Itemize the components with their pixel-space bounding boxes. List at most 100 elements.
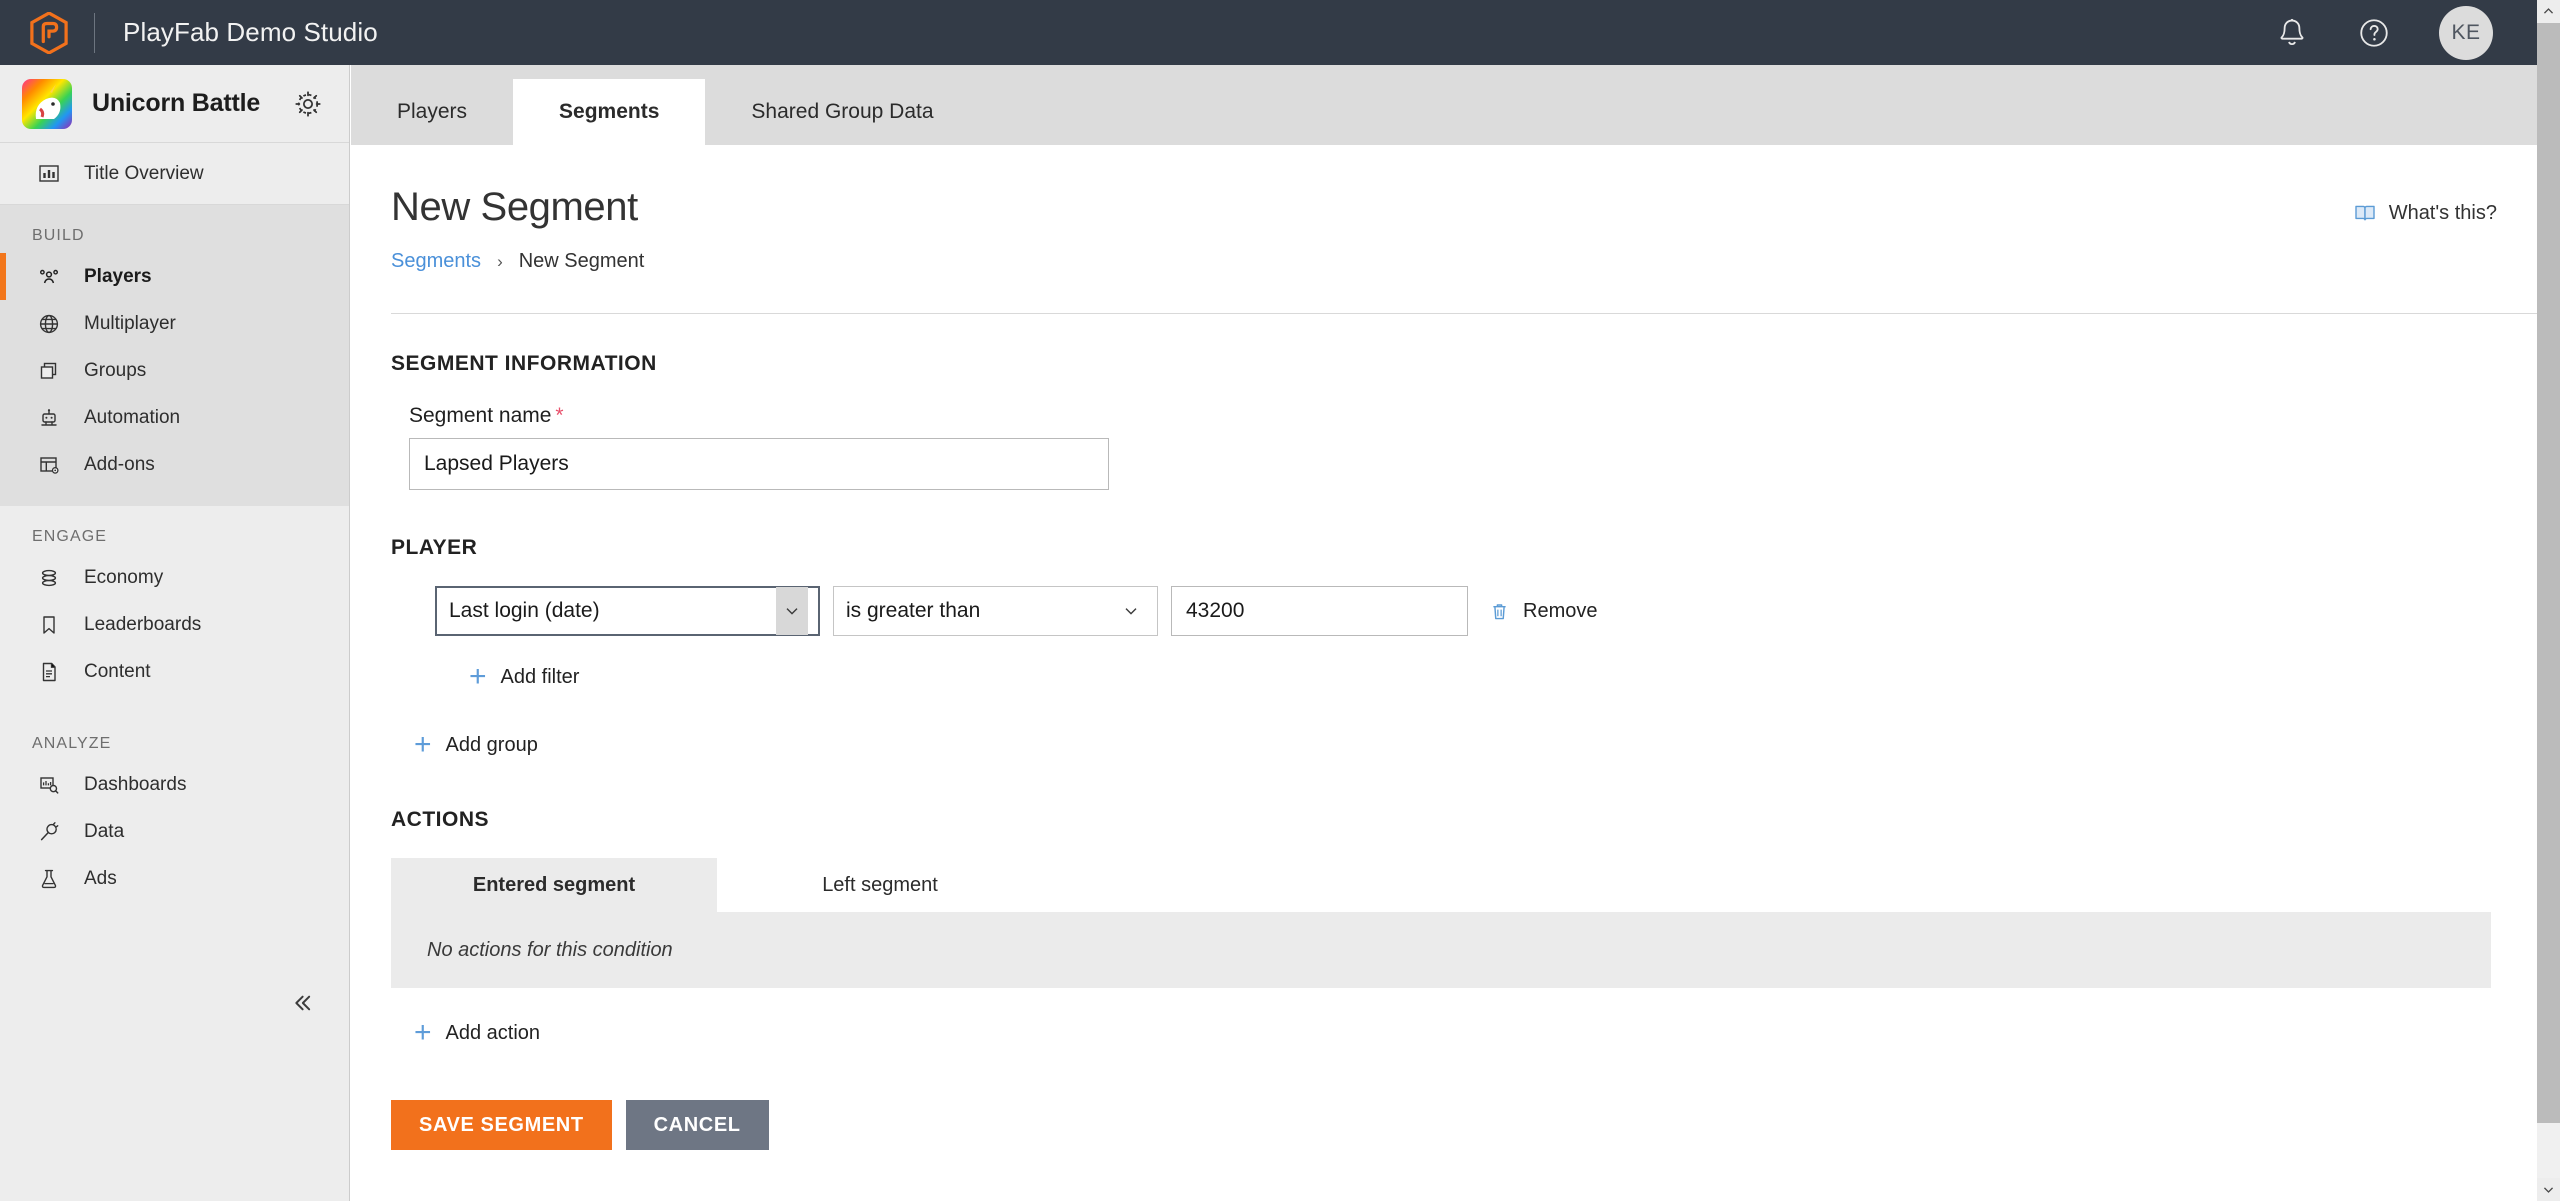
bookmark-icon (36, 612, 62, 638)
tab-entered-segment[interactable]: Entered segment (391, 858, 717, 912)
whats-this-link[interactable]: What's this? (2353, 201, 2497, 225)
tab-segments[interactable]: Segments (513, 79, 706, 145)
section-tabs: Players Segments Shared Group Data (351, 65, 2537, 145)
tab-shared-group-data[interactable]: Shared Group Data (705, 79, 979, 145)
sidebar-group-engage: ENGAGE Economy Leaderboards Content (0, 506, 349, 713)
sidebar-item-add-ons[interactable]: Add-ons (0, 441, 349, 488)
sidebar-item-ads[interactable]: Ads (0, 855, 349, 902)
page-title: New Segment (391, 185, 638, 229)
document-icon (36, 659, 62, 685)
player-section: PLAYER Last login (date) is greater than (351, 536, 2537, 760)
sidebar-item-content[interactable]: Content (0, 648, 349, 695)
segment-name-label-text: Segment name (409, 404, 552, 427)
question-circle-icon[interactable] (2357, 16, 2391, 50)
sidebar-group-label: BUILD (32, 227, 85, 244)
segment-name-label: Segment name * (409, 404, 2537, 428)
filter-row: Last login (date) is greater than 43200 … (391, 586, 2537, 636)
breadcrumb-link-segments[interactable]: Segments (391, 250, 481, 273)
table-gear-icon (36, 452, 62, 478)
sidebar-item-multiplayer[interactable]: Multiplayer (0, 300, 349, 347)
chevron-double-left-icon (295, 995, 311, 1011)
cancel-button[interactable]: CANCEL (625, 1100, 769, 1150)
sidebar-item-title-overview[interactable]: Title Overview (0, 143, 349, 205)
save-segment-button[interactable]: SAVE SEGMENT (391, 1100, 612, 1150)
actions-section: ACTIONS Entered segment Left segment No … (351, 808, 2537, 1150)
chevron-up-icon (2543, 8, 2554, 14)
tab-left-segment[interactable]: Left segment (717, 858, 1043, 912)
gear-icon[interactable] (293, 89, 323, 119)
sidebar-item-label: Dashboards (84, 773, 187, 795)
sidebar-title-name: Unicorn Battle (92, 89, 261, 117)
actions-section-title: ACTIONS (391, 808, 489, 831)
playfab-hexagon-logo[interactable] (30, 11, 68, 54)
required-marker: * (555, 404, 564, 427)
sidebar-item-label: Title Overview (84, 162, 204, 184)
add-group-label: Add group (445, 733, 538, 756)
whats-this-label: What's this? (2388, 201, 2497, 224)
filter-operator-value: is greater than (846, 599, 981, 622)
plus-icon: + (414, 1016, 432, 1049)
filter-operator-select[interactable]: is greater than (833, 586, 1158, 636)
people-icon (36, 264, 62, 290)
topbar-actions: KE (2275, 5, 2493, 60)
chevron-down-icon (2543, 1187, 2554, 1193)
filter-field-select[interactable]: Last login (date) (435, 586, 820, 636)
sidebar-item-economy[interactable]: Economy (0, 554, 349, 601)
plus-icon: + (469, 660, 487, 693)
actions-empty-text: No actions for this condition (427, 938, 673, 961)
sidebar-item-label: Automation (84, 406, 181, 428)
add-filter-button[interactable]: + Add filter (391, 662, 2537, 692)
sidebar-item-leaderboards[interactable]: Leaderboards (0, 601, 349, 648)
filter-value-input[interactable] (1171, 586, 1468, 636)
sidebar-item-label: Leaderboards (84, 613, 202, 635)
header-divider (391, 313, 2537, 314)
avatar[interactable]: KE (2439, 5, 2493, 60)
sidebar-item-groups[interactable]: Groups (0, 347, 349, 394)
sidebar-item-label: Groups (84, 359, 147, 381)
bell-icon[interactable] (2275, 16, 2309, 50)
actions-condition-tabs: Entered segment Left segment (391, 858, 2537, 912)
breadcrumb-current: New Segment (518, 250, 645, 272)
scrollbar-down-button[interactable] (2537, 1178, 2560, 1201)
remove-filter-label: Remove (1523, 599, 1598, 622)
scrollbar-up-button[interactable] (2537, 0, 2560, 23)
page-scrollbar[interactable] (2537, 0, 2560, 1201)
sidebar-item-label: Content (84, 660, 151, 682)
filter-field-value: Last login (date) (449, 599, 600, 622)
sidebar-collapse-button[interactable] (281, 983, 321, 1023)
sidebar-item-label: Data (84, 820, 125, 842)
segment-information-title: SEGMENT INFORMATION (391, 352, 657, 375)
dashboard-search-icon (36, 772, 62, 798)
sidebar-group-analyze: ANALYZE Dashboards Data Ads (0, 713, 349, 920)
sidebar-item-label: Multiplayer (84, 312, 176, 334)
copy-stack-icon (36, 358, 62, 384)
sidebar-item-data[interactable]: Data (0, 808, 349, 855)
top-bar: PlayFab Demo Studio KE (0, 0, 2537, 65)
sidebar: Unicorn Battle Title Overview BUILD Play… (0, 65, 350, 1201)
sidebar-item-label: Players (84, 265, 152, 287)
chevron-down-icon (1115, 587, 1147, 635)
flask-icon (36, 866, 62, 892)
sidebar-item-players[interactable]: Players (0, 253, 349, 300)
globe-icon (36, 311, 62, 337)
sidebar-title-header[interactable]: Unicorn Battle (0, 65, 349, 143)
segment-name-input[interactable] (409, 438, 1109, 490)
sidebar-group-label: ENGAGE (32, 528, 108, 545)
chevron-down-icon (776, 587, 808, 635)
sidebar-group-build: BUILD Players Multiplayer Groups Automat… (0, 205, 349, 506)
actions-panel: No actions for this condition (391, 912, 2491, 988)
main-content: New Segment Segments › New Segment What'… (351, 145, 2537, 1201)
plus-icon: + (414, 728, 432, 761)
add-action-label: Add action (445, 1021, 541, 1044)
sidebar-item-label: Add-ons (84, 453, 155, 475)
add-action-button[interactable]: + Add action (391, 1018, 2537, 1048)
add-group-button[interactable]: + Add group (391, 730, 2537, 760)
sidebar-item-automation[interactable]: Automation (0, 394, 349, 441)
sidebar-item-label: Ads (84, 867, 117, 889)
brand-title: PlayFab Demo Studio (123, 17, 378, 47)
plug-icon (36, 819, 62, 845)
sidebar-item-dashboards[interactable]: Dashboards (0, 761, 349, 808)
scrollbar-thumb[interactable] (2537, 23, 2560, 1123)
tab-players[interactable]: Players (351, 79, 513, 145)
remove-filter-button[interactable]: Remove (1488, 600, 1597, 623)
